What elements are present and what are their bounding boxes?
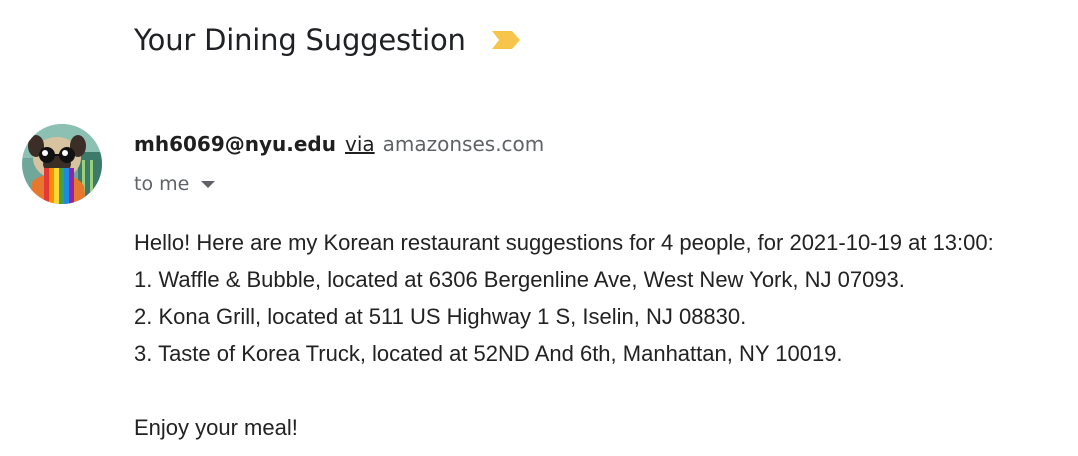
body-closing: Enjoy your meal! <box>134 415 298 440</box>
recipient-label: to me <box>134 173 190 195</box>
body-spacer <box>134 372 1078 409</box>
body-intro: Hello! Here are my Korean restaurant sug… <box>134 230 994 255</box>
suggestion-item: 2. Kona Grill, located at 511 US Highway… <box>134 304 747 329</box>
subject-row: Your Dining Suggestion <box>134 18 522 62</box>
caret-down-icon[interactable] <box>201 180 216 188</box>
via-link[interactable]: via <box>345 132 375 156</box>
pug-avatar <box>22 124 102 204</box>
sender-email[interactable]: mh6069@nyu.edu <box>134 132 336 156</box>
sender-avatar[interactable] <box>22 124 102 204</box>
email-subject: Your Dining Suggestion <box>134 23 466 57</box>
recipient-details-toggle[interactable]: to me <box>134 170 216 198</box>
suggestion-item: 1. Waffle & Bubble, located at 6306 Berg… <box>134 267 905 292</box>
suggestion-item: 3. Taste of Korea Truck, located at 52ND… <box>134 341 843 366</box>
label-important-icon[interactable] <box>490 29 522 51</box>
sender-line: mh6069@nyu.edu via amazonses.com <box>134 130 544 158</box>
email-body: Hello! Here are my Korean restaurant sug… <box>134 224 1078 446</box>
via-domain: amazonses.com <box>382 132 545 156</box>
